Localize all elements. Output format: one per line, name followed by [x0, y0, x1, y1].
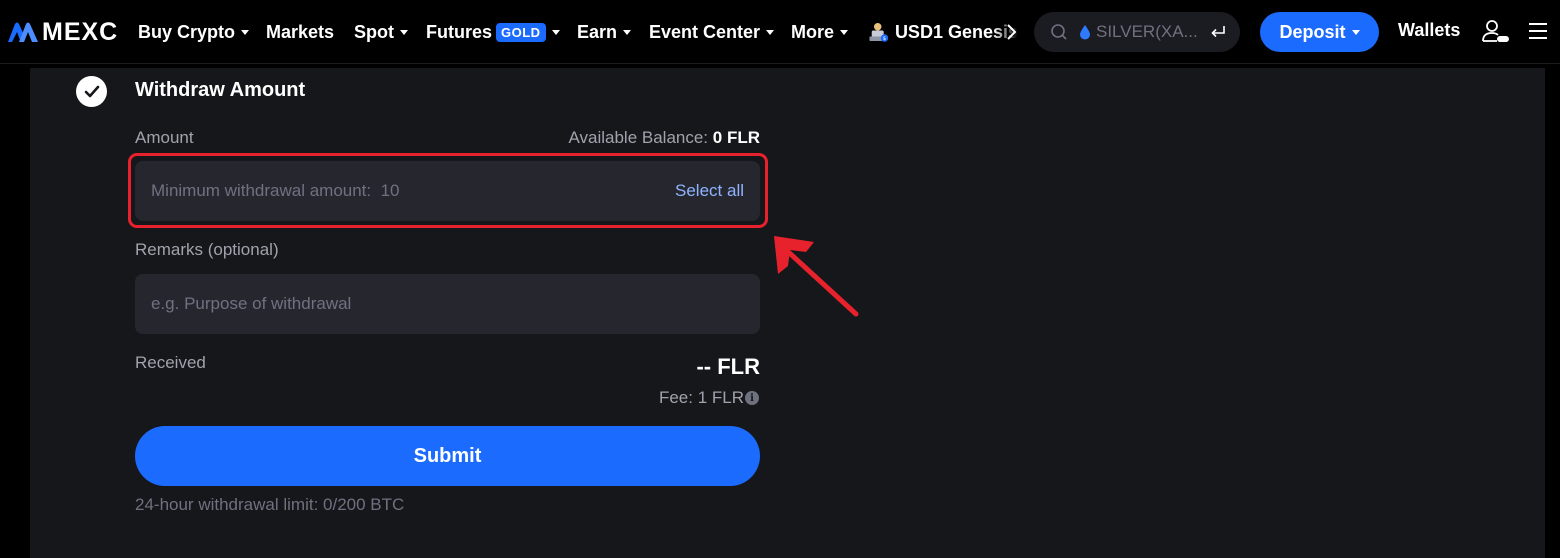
highlight-box	[128, 153, 768, 228]
enter-icon	[1211, 26, 1225, 38]
received-value: -- FLR	[696, 354, 760, 379]
deposit-label: Deposit	[1279, 21, 1346, 42]
droplet-icon	[1080, 25, 1090, 40]
top-navbar: MEXC Buy Crypto Markets Spot Futures GOL…	[0, 0, 1560, 64]
fee-text: Fee: 1 FLR	[658, 388, 744, 407]
wallets-link[interactable]: Wallets	[1398, 20, 1460, 41]
nav-markets-label: Markets	[266, 21, 335, 42]
mexc-logo[interactable]: MEXC	[8, 18, 118, 46]
nav-futures-label: Futures	[426, 21, 493, 42]
amount-label: Amount	[135, 128, 194, 147]
nav-more[interactable]: More	[791, 20, 849, 44]
remarks-field[interactable]	[135, 274, 760, 334]
gold-badge: GOLD	[496, 22, 546, 42]
chevron-right-icon[interactable]	[1004, 22, 1018, 42]
svg-text:$: $	[883, 36, 886, 42]
user-account-icon[interactable]	[1481, 19, 1511, 45]
withdrawal-limit-text: 24-hour withdrawal limit: 0/200 BTC	[135, 495, 405, 514]
received-label: Received	[135, 353, 206, 372]
promo-banner[interactable]: $ USD1 Genesis	[868, 16, 1018, 48]
nav-buy-crypto-label: Buy Crypto	[138, 21, 236, 42]
nav-futures[interactable]: Futures GOLD	[426, 20, 560, 44]
chevron-down-icon	[840, 29, 849, 35]
nav-earn[interactable]: Earn	[577, 20, 632, 44]
remarks-label: Remarks (optional)	[135, 240, 279, 259]
nav-spot[interactable]: Spot	[354, 20, 408, 44]
chevron-down-icon	[1351, 29, 1360, 35]
step-complete-icon	[76, 76, 107, 107]
deposit-button[interactable]: Deposit	[1260, 12, 1379, 52]
submit-button[interactable]: Submit	[135, 426, 760, 486]
promo-icon: $	[869, 23, 889, 42]
available-balance: Available Balance: 0 FLR	[568, 128, 760, 148]
chevron-down-icon	[551, 29, 560, 35]
chevron-down-icon	[241, 29, 250, 35]
checkmark-icon	[84, 85, 99, 97]
nav-markets[interactable]: Markets	[266, 20, 334, 44]
nav-event-center-label: Event Center	[649, 21, 761, 42]
available-balance-value: 0 FLR	[712, 128, 760, 147]
hamburger-menu-icon[interactable]	[1528, 22, 1548, 40]
nav-event-center[interactable]: Event Center	[649, 20, 775, 44]
nav-buy-crypto[interactable]: Buy Crypto	[138, 20, 250, 44]
search-placeholder: SILVER(XA...	[1096, 22, 1198, 41]
fee-info: Fee: 1 FLR i	[659, 388, 759, 408]
red-arrow-annotation	[774, 236, 859, 317]
mexc-logo-icon	[8, 22, 38, 42]
promo-text: USD1 Genesis	[894, 21, 1018, 42]
chevron-down-icon	[400, 29, 408, 35]
section-title: Withdraw Amount	[135, 79, 306, 101]
nav-more-label: More	[791, 21, 835, 42]
chevron-down-icon	[623, 29, 632, 35]
nav-earn-label: Earn	[577, 21, 618, 42]
remarks-input[interactable]	[151, 294, 631, 314]
search-bar[interactable]: SILVER(XA...	[1034, 12, 1240, 52]
chevron-down-icon	[766, 29, 775, 35]
logo-text: MEXC	[42, 17, 119, 46]
nav-spot-label: Spot	[354, 21, 394, 42]
info-icon[interactable]: i	[745, 391, 759, 405]
available-balance-label: Available Balance:	[568, 128, 709, 147]
search-icon	[1051, 24, 1067, 40]
